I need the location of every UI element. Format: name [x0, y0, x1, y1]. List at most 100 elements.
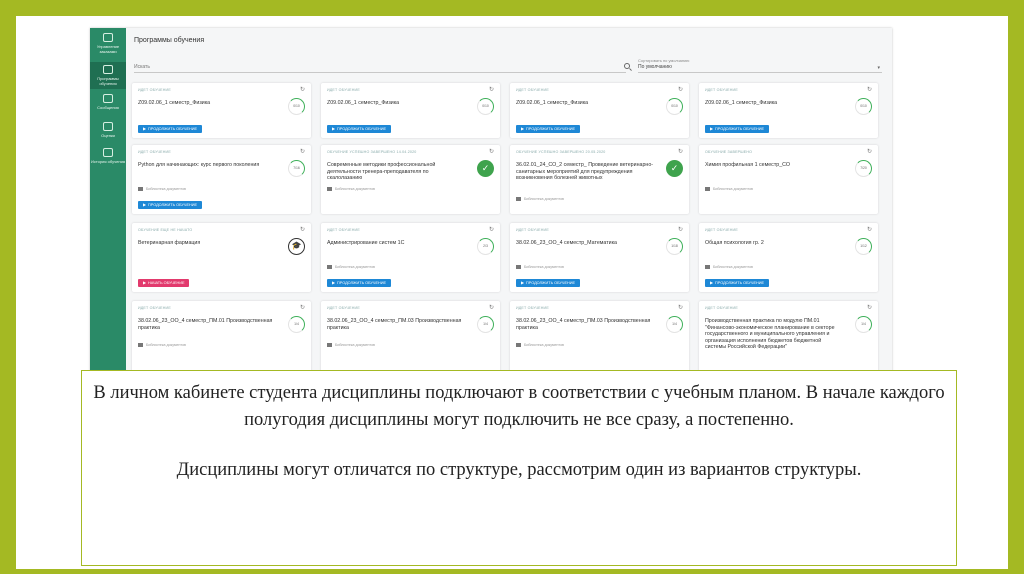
course-card[interactable]: ИДЕТ ОБУЧЕНИЕ ↻ 38.02.06_23_ОО_4 семестр_М… — [510, 223, 689, 292]
library-icon — [516, 197, 521, 202]
button-label: ПРОДОЛЖИТЬ ОБУЧЕНИЕ — [148, 203, 197, 207]
progress-ring: 2/3 — [477, 238, 494, 255]
continue-learning-button[interactable]: ▶ ПРОДОЛЖИТЬ ОБУЧЕНИЕ — [705, 125, 769, 133]
course-title[interactable]: 38.02.06_23_ОО_4 семестр_ПМ.01 Производс… — [138, 318, 276, 331]
continue-learning-button[interactable]: ▶ ПРОДОЛЖИТЬ ОБУЧЕНИЕ — [327, 125, 391, 133]
course-card[interactable]: ИДЕТ ОБУЧЕНИЕ ↻ 38.02.06_23_ОО_4 семестр_П… — [132, 301, 311, 377]
course-title[interactable]: Современные методики профессиональной де… — [327, 162, 465, 182]
course-title[interactable]: 38.02.06_23_ОО_4 семестр_ПМ.03 Производс… — [327, 318, 465, 331]
checkmark-icon: ✓ — [477, 160, 494, 177]
search-icon[interactable] — [624, 63, 630, 69]
refresh-icon[interactable]: ↻ — [300, 87, 305, 93]
refresh-icon[interactable]: ↻ — [489, 149, 494, 155]
refresh-icon[interactable]: ↻ — [867, 305, 872, 311]
button-label: ПРОДОЛЖИТЬ ОБУЧЕНИЕ — [337, 127, 386, 131]
course-card[interactable]: ИДЕТ ОБУЧЕНИЕ ↻ 38.02.06_23_ОО_4 семестр_П… — [510, 301, 689, 377]
course-card[interactable]: ИДЕТ ОБУЧЕНИЕ ↻ Z09.02.06_1 семестр_Физика… — [132, 83, 311, 138]
continue-learning-button[interactable]: ▶ ПРОДОЛЖИТЬ ОБУЧЕНИЕ — [516, 125, 580, 133]
refresh-icon[interactable]: ↻ — [300, 149, 305, 155]
course-card[interactable]: ИДЕТ ОБУЧЕНИЕ ↻ Z09.02.06_1 семестр_Физика… — [699, 83, 878, 138]
sidebar-item-history[interactable]: История обучения — [90, 148, 126, 164]
library-label: Библиотека документов — [713, 187, 753, 191]
course-status: ИДЕТ ОБУЧЕНИЕ — [516, 228, 549, 232]
document-library-link[interactable]: Библиотека документов — [516, 343, 564, 348]
continue-learning-button[interactable]: ▶ ПРОДОЛЖИТЬ ОБУЧЕНИЕ — [705, 279, 769, 287]
course-title[interactable]: Общая психология гр. 2 — [705, 240, 843, 247]
course-title[interactable]: Z09.02.06_1 семестр_Физика — [138, 100, 276, 107]
document-library-link[interactable]: Библиотека документов — [138, 187, 186, 192]
refresh-icon[interactable]: ↻ — [489, 305, 494, 311]
course-card[interactable]: ОБУЧЕНИЕ ЗАВЕРШЕНО ↻ Химия профильная 1 се… — [699, 145, 878, 214]
button-label: ПРОДОЛЖИТЬ ОБУЧЕНИЕ — [337, 281, 386, 285]
course-card[interactable]: ИДЕТ ОБУЧЕНИЕ ↻ Python для начинающих: кур… — [132, 145, 311, 214]
continue-learning-button[interactable]: ▶ ПРОДОЛЖИТЬ ОБУЧЕНИЕ — [327, 279, 391, 287]
sidebar-item-messages[interactable]: Сообщения — [90, 94, 126, 110]
progress-ring: 7/20 — [855, 160, 872, 177]
refresh-icon[interactable]: ↻ — [867, 87, 872, 93]
library-icon — [516, 265, 521, 270]
progress-ring: 1/4 — [477, 316, 494, 333]
course-title[interactable]: Ветеринарная фармация — [138, 240, 276, 247]
continue-learning-button[interactable]: ▶ ПРОДОЛЖИТЬ ОБУЧЕНИЕ — [516, 279, 580, 287]
refresh-icon[interactable]: ↻ — [489, 227, 494, 233]
refresh-icon[interactable]: ↻ — [678, 87, 683, 93]
refresh-icon[interactable]: ↻ — [300, 227, 305, 233]
document-library-link[interactable]: Библиотека документов — [516, 197, 564, 202]
refresh-icon[interactable]: ↻ — [678, 149, 683, 155]
document-library-link[interactable]: Библиотека документов — [705, 265, 753, 270]
course-title[interactable]: 38.02.06_23_ОО_4 семестр_Математика — [516, 240, 654, 247]
checkmark-icon: ✓ — [666, 160, 683, 177]
start-learning-button[interactable]: ▶ НАЧАТЬ ОБУЧЕНИЕ — [138, 279, 190, 287]
sidebar-item-orders[interactable]: Управление заказами — [90, 33, 126, 54]
course-card[interactable]: ИДЕТ ОБУЧЕНИЕ ↻ Администрирование систем 1… — [321, 223, 500, 292]
course-card[interactable]: ИДЕТ ОБУЧЕНИЕ ↻ Z09.02.06_1 семестр_Физика… — [321, 83, 500, 138]
course-status: ОБУЧЕНИЕ УСПЕШНО ЗАВЕРШЕНО 20.05.2020 — [516, 150, 606, 154]
document-library-link[interactable]: Библиотека документов — [327, 343, 375, 348]
course-status: ИДЕТ ОБУЧЕНИЕ — [705, 228, 738, 232]
button-label: ПРОДОЛЖИТЬ ОБУЧЕНИЕ — [715, 281, 764, 285]
continue-learning-button[interactable]: ▶ ПРОДОЛЖИТЬ ОБУЧЕНИЕ — [138, 125, 202, 133]
sort-select[interactable]: По умолчанию ▾ — [638, 64, 882, 73]
sidebar-item-courses[interactable]: Программы обучения — [90, 62, 126, 89]
progress-ring: 1/12 — [855, 238, 872, 255]
document-library-link[interactable]: Библиотека документов — [327, 187, 375, 192]
course-card[interactable]: ИДЕТ ОБУЧЕНИЕ ↻ Общая психология гр. 2 1/12… — [699, 223, 878, 292]
course-card[interactable]: ОБУЧЕНИЕ ЕЩЕ НЕ НАЧАТО ↻ Ветеринарная фарм… — [132, 223, 311, 292]
document-library-link[interactable]: Библиотека документов — [327, 265, 375, 270]
course-card[interactable]: ИДЕТ ОБУЧЕНИЕ ↻ Z09.02.06_1 семестр_Физика… — [510, 83, 689, 138]
course-card[interactable]: ОБУЧЕНИЕ УСПЕШНО ЗАВЕРШЕНО 14.04.2020 ↻ Со… — [321, 145, 500, 214]
progress-ring: 0/10 — [855, 98, 872, 115]
library-label: Библиотека документов — [335, 265, 375, 269]
course-status: ИДЕТ ОБУЧЕНИЕ — [327, 306, 360, 310]
library-label: Библиотека документов — [524, 343, 564, 347]
library-label: Библиотека документов — [713, 265, 753, 269]
document-library-link[interactable]: Библиотека документов — [705, 187, 753, 192]
sidebar-item-grades[interactable]: Оценки — [90, 122, 126, 138]
course-title[interactable]: Z09.02.06_1 семестр_Физика — [516, 100, 654, 107]
refresh-icon[interactable]: ↻ — [489, 87, 494, 93]
document-library-link[interactable]: Библиотека документов — [138, 343, 186, 348]
refresh-icon[interactable]: ↻ — [678, 227, 683, 233]
course-title[interactable]: Администрирование систем 1С — [327, 240, 465, 247]
library-icon — [705, 187, 710, 192]
course-title[interactable]: 36.02.01_24_СО_2 семестр_ Проведение вет… — [516, 162, 654, 182]
document-library-link[interactable]: Библиотека документов — [516, 265, 564, 270]
course-status: ОБУЧЕНИЕ ЕЩЕ НЕ НАЧАТО — [138, 228, 193, 232]
refresh-icon[interactable]: ↻ — [678, 305, 683, 311]
course-title[interactable]: Химия профильная 1 семестр_СО — [705, 162, 843, 169]
course-title[interactable]: Python для начинающих: курс первого поко… — [138, 162, 276, 169]
slide-caption: В личном кабинете студента дисциплины по… — [81, 370, 957, 566]
course-card[interactable]: ИДЕТ ОБУЧЕНИЕ ↻ 38.02.06_23_ОО_4 семестр_П… — [321, 301, 500, 377]
course-status: ИДЕТ ОБУЧЕНИЕ — [705, 306, 738, 310]
refresh-icon[interactable]: ↻ — [300, 305, 305, 311]
course-card[interactable]: ИДЕТ ОБУЧЕНИЕ ↻ Производственная практика … — [699, 301, 878, 377]
refresh-icon[interactable]: ↻ — [867, 227, 872, 233]
course-title[interactable]: Z09.02.06_1 семестр_Физика — [705, 100, 843, 107]
course-card[interactable]: ОБУЧЕНИЕ УСПЕШНО ЗАВЕРШЕНО 20.05.2020 ↻ 36… — [510, 145, 689, 214]
course-title[interactable]: Z09.02.06_1 семестр_Физика — [327, 100, 465, 107]
course-title[interactable]: Производственная практика по модулю ПМ.0… — [705, 318, 843, 351]
search-input[interactable] — [134, 62, 626, 73]
continue-learning-button[interactable]: ▶ ПРОДОЛЖИТЬ ОБУЧЕНИЕ — [138, 201, 202, 209]
refresh-icon[interactable]: ↻ — [867, 149, 872, 155]
course-title[interactable]: 38.02.06_23_ОО_4 семестр_ПМ.03 Производс… — [516, 318, 654, 331]
